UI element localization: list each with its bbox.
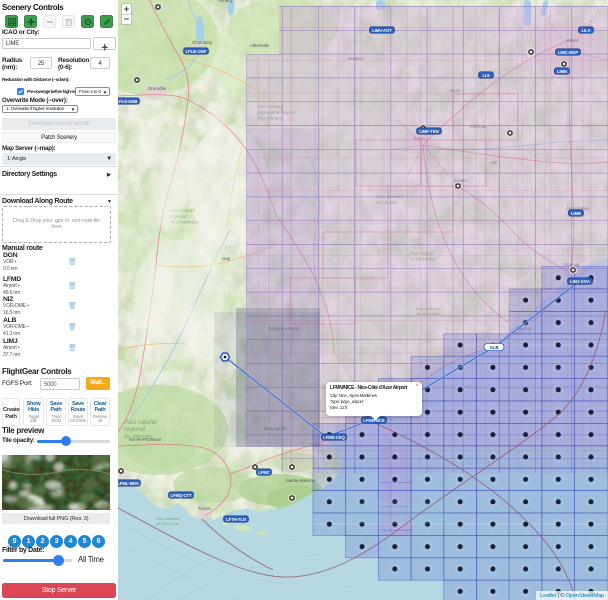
svg-text:ALB: ALB <box>489 345 498 350</box>
svg-text:Aix-en-Provence: Aix-en-Provence <box>129 437 162 442</box>
svg-text:Chambéry: Chambéry <box>192 40 213 45</box>
svg-text:LFMC: LFMC <box>258 470 269 475</box>
svg-text:LIMB: LIMB <box>571 211 581 216</box>
svg-text:LFTH-TLN: LFTH-TLN <box>226 517 246 522</box>
svg-text:de Port-Cros: de Port-Cros <box>156 521 179 526</box>
svg-text:LFLB-CMF: LFLB-CMF <box>186 49 207 54</box>
svg-text:Albertville: Albertville <box>250 43 270 48</box>
svg-text:LILA: LILA <box>581 28 590 33</box>
svg-text:Sainte-Maxime: Sainte-Maxime <box>286 478 316 483</box>
svg-text:LIMC-MXP: LIMC-MXP <box>558 50 579 55</box>
svg-text:LFML-MRS: LFML-MRS <box>118 481 139 486</box>
svg-text:régional: régional <box>124 427 146 433</box>
svg-text:LIMF-TRN: LIMF-TRN <box>419 129 438 134</box>
svg-text:LFLS-GNB: LFLS-GNB <box>118 99 137 104</box>
svg-text:Parc naturel: Parc naturel <box>124 420 157 426</box>
svg-text:LIMJ-GOA: LIMJ-GOA <box>570 279 590 284</box>
svg-text:Toulon: Toulon <box>198 506 211 511</box>
svg-text:LI.6: LI.6 <box>482 73 490 78</box>
svg-text:LIMV-AOT: LIMV-AOT <box>372 28 392 33</box>
svg-text:LFMQ-CTT: LFMQ-CTT <box>171 493 192 498</box>
svg-text:Gap: Gap <box>222 256 231 261</box>
svg-text:Annecy: Annecy <box>218 0 233 3</box>
svg-text:LIMN: LIMN <box>557 69 567 74</box>
svg-text:LFMD-CEQ: LFMD-CEQ <box>323 435 345 440</box>
svg-text:Grenoble: Grenoble <box>148 86 167 91</box>
